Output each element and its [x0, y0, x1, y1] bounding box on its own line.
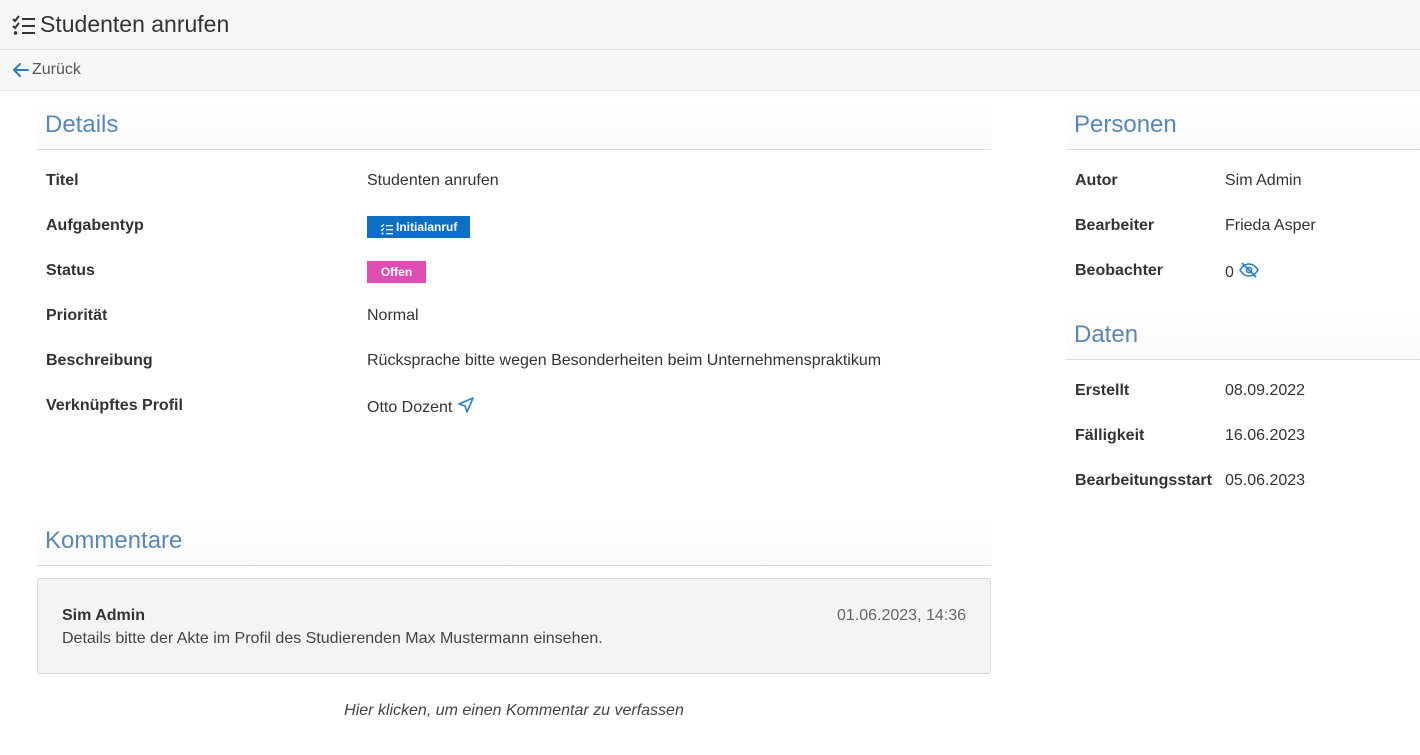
faelligkeit-value: 16.06.2023	[1225, 427, 1306, 444]
page-title: Studenten anrufen	[40, 11, 230, 37]
beobachter-count: 0	[1225, 264, 1234, 282]
bearbeitungsstart-value: 05.06.2023	[1225, 472, 1306, 489]
titel-value: Studenten anrufen	[367, 172, 499, 189]
beschreibung-label: Beschreibung	[46, 352, 153, 369]
beobachter-value: 0	[1225, 261, 1260, 285]
prioritaet-label: Priorität	[46, 307, 108, 324]
details-header: Details	[37, 101, 991, 150]
erstellt-value: 08.09.2022	[1225, 382, 1306, 399]
profil-name: Otto Dozent	[367, 399, 453, 417]
comment-timestamp: 01.06.2023, 14:36	[836, 607, 966, 624]
bearbeiter-label: Bearbeiter	[1075, 217, 1155, 234]
add-comment-link[interactable]: Hier klicken, um einen Kommentar zu verf…	[37, 702, 991, 720]
arrow-left-icon	[11, 61, 31, 79]
task-list-icon	[11, 14, 37, 36]
status-value: Offen	[367, 261, 426, 283]
back-link[interactable]: Zurück	[11, 61, 81, 79]
aufgabentyp-badge-text: Initialanruf	[396, 220, 458, 234]
beobachter-label: Beobachter	[1075, 262, 1164, 279]
titel-label: Titel	[46, 172, 79, 189]
faelligkeit-label: Fälligkeit	[1075, 427, 1145, 444]
aufgabentyp-badge: Initialanruf	[367, 216, 471, 238]
status-label: Status	[46, 262, 95, 279]
status-badge: Offen	[367, 261, 426, 283]
eye-slash-icon[interactable]	[1238, 261, 1260, 285]
kommentare-header: Kommentare	[37, 517, 991, 566]
daten-heading: Daten	[1074, 321, 1139, 348]
erstellt-label: Erstellt	[1075, 382, 1130, 399]
bearbeiter-value: Frieda Asper	[1225, 217, 1316, 234]
task-list-icon	[380, 221, 394, 235]
comment-text: Details bitte der Akte im Profil des Stu…	[62, 630, 603, 647]
paper-plane-icon[interactable]	[457, 396, 475, 420]
autor-value: Sim Admin	[1225, 172, 1302, 189]
aufgabentyp-value: Initialanruf	[367, 216, 471, 241]
daten-header: Daten	[1066, 311, 1420, 360]
kommentare-heading: Kommentare	[45, 527, 183, 554]
prioritaet-value: Normal	[367, 307, 419, 324]
beschreibung-value: Rücksprache bitte wegen Besonderheiten b…	[367, 352, 882, 369]
profil-value: Otto Dozent	[367, 396, 475, 420]
bearbeitungsstart-label: Bearbeitungsstart	[1075, 472, 1212, 489]
comment-card: Sim Admin 01.06.2023, 14:36 Details bitt…	[37, 578, 991, 674]
comment-author: Sim Admin	[62, 607, 145, 624]
profil-label: Verknüpftes Profil	[46, 397, 183, 414]
aufgabentyp-label: Aufgabentyp	[46, 217, 144, 234]
personen-heading: Personen	[1074, 111, 1177, 138]
personen-header: Personen	[1066, 101, 1420, 150]
page-header: Studenten anrufen	[0, 0, 1420, 50]
details-heading: Details	[45, 111, 119, 138]
autor-label: Autor	[1075, 172, 1118, 189]
back-label: Zurück	[32, 61, 81, 78]
nav-bar: Zurück	[0, 50, 1420, 91]
